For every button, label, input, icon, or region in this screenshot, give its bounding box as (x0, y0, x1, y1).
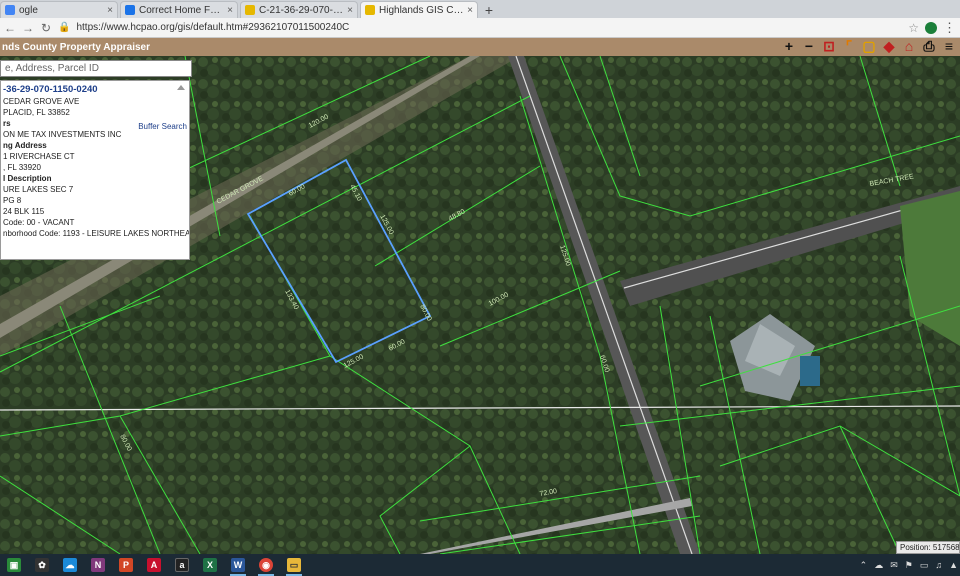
word-icon: W (231, 558, 245, 572)
zoom-box-icon[interactable]: ⊡ (822, 38, 836, 54)
reload-icon[interactable]: ↻ (40, 21, 52, 35)
browser-tab-highlands-gis[interactable]: Highlands GIS C-21-36-29-070- × (360, 1, 478, 18)
map-toolbar: + − ⊡ ⌜ ▢ ◆ ⌂ ⎙ ≡ (782, 38, 956, 55)
hcpao-favicon-icon (365, 5, 375, 15)
neighborhood-code: nborhood Code: 1193 - LEISURE LAKES NORT… (3, 229, 189, 238)
zillow-favicon-icon (125, 5, 135, 15)
buffer-search-link[interactable]: Buffer Search (138, 122, 187, 131)
flag-tray-icon[interactable]: ⚑ (905, 560, 913, 571)
map-marker-icon[interactable]: ◆ (882, 38, 896, 54)
tab-label: C-21-36-29-070-1150-0240 - H (259, 4, 344, 16)
layers-icon[interactable]: ≡ (942, 38, 956, 54)
close-tab-icon[interactable]: × (467, 5, 473, 16)
parcel-id[interactable]: -36-29-070-1150-0240 (1, 83, 189, 96)
acrobat-icon: A (147, 558, 161, 572)
legal-description-heading: l Description (3, 174, 52, 183)
taskbar-acrobat-button[interactable]: A (140, 554, 168, 576)
select-icon[interactable]: ⌜ (842, 38, 856, 54)
tab-label: Highlands GIS C-21-36-29-070- (379, 4, 464, 16)
onedrive-icon: ☁ (63, 558, 77, 572)
taskbar-amazon-button[interactable]: a (168, 554, 196, 576)
mailing-address-heading: ng Address (3, 141, 47, 150)
mailing-address-line-2: , FL 33920 (3, 163, 41, 172)
powerpoint-icon: P (119, 558, 133, 572)
parcel-info-panel: -36-29-070-1150-0240 CEDAR GROVE AVE PLA… (0, 80, 190, 260)
network-icon[interactable]: ▲ (949, 560, 958, 570)
excel-icon: X (203, 558, 217, 572)
hcpao-favicon-icon (245, 5, 255, 15)
folder-icon: ▭ (287, 558, 301, 572)
use-code: Code: 00 - VACANT (3, 218, 75, 227)
browser-tab-parcel[interactable]: C-21-36-29-070-1150-0240 - H × (240, 1, 358, 18)
parcel-search-input[interactable]: e, Address, Parcel ID (0, 60, 192, 77)
tab-label: ogle (19, 4, 38, 16)
taskbar-word-button[interactable]: W (224, 554, 252, 576)
paint-icon: ✿ (35, 558, 49, 572)
address-bar: ← → ↻ 🔒 https://www.hcpao.org/gis/defaul… (0, 18, 960, 38)
taskbar-onedrive-button[interactable]: ☁ (56, 554, 84, 576)
taskbar-paint-button[interactable]: ✿ (28, 554, 56, 576)
mail-tray-icon[interactable]: ✉ (890, 560, 898, 571)
collapse-arrow-icon[interactable] (177, 85, 185, 90)
legal-description-line-1: URE LAKES SEC 7 (3, 185, 74, 194)
taskbar-powerpoint-button[interactable]: P (112, 554, 140, 576)
bookmark-star-icon[interactable]: ☆ (908, 21, 919, 35)
taskbar-store-button[interactable]: ▣ (0, 554, 28, 576)
zoom-out-icon[interactable]: − (802, 38, 816, 54)
url-input[interactable]: https://www.hcpao.org/gis/default.htm#29… (76, 22, 902, 33)
store-icon: ▣ (7, 558, 21, 572)
onedrive-tray-icon[interactable]: ☁ (874, 560, 883, 571)
print-icon[interactable]: ⎙ (922, 38, 936, 54)
taskbar-chrome-button[interactable]: ◉ (252, 554, 280, 576)
show-hidden-icons-icon[interactable]: ⌃ (860, 560, 868, 571)
taskbar-excel-button[interactable]: X (196, 554, 224, 576)
site-title: nds County Property Appraiser (2, 41, 150, 53)
browser-tab-zillow[interactable]: Correct Home Facts | Zillow × (120, 1, 238, 18)
home-icon[interactable]: ⌂ (902, 38, 916, 54)
legal-description-line-2: PG 8 (3, 196, 22, 205)
zoom-in-icon[interactable]: + (782, 38, 796, 54)
browser-tab-strip: ogle × Correct Home Facts | Zillow × C-2… (0, 0, 960, 18)
onenote-icon: N (91, 558, 105, 572)
back-icon[interactable]: ← (4, 21, 16, 35)
battery-icon[interactable]: ▭ (920, 560, 929, 571)
new-tab-button[interactable]: + (480, 1, 498, 18)
forward-icon[interactable]: → (22, 21, 34, 35)
tab-label: Correct Home Facts | Zillow (139, 4, 224, 16)
close-tab-icon[interactable]: × (107, 5, 113, 16)
windows-taskbar: ▣ ✿ ☁ N P A a X W ◉ ▭ ⌃ ☁ ✉ ⚑ ▭ ♫ ▲ (0, 554, 960, 576)
legal-description-line-3: 24 BLK 115 (3, 207, 45, 216)
site-address-line-1: CEDAR GROVE AVE (3, 97, 80, 106)
browser-tab-google[interactable]: ogle × (0, 1, 118, 18)
chrome-icon: ◉ (259, 558, 273, 572)
system-tray: ⌃ ☁ ✉ ⚑ ▭ ♫ ▲ (860, 554, 958, 576)
taskbar-onenote-button[interactable]: N (84, 554, 112, 576)
volume-icon[interactable]: ♫ (935, 560, 942, 570)
amazon-icon: a (175, 558, 189, 572)
google-favicon-icon (5, 5, 15, 15)
close-tab-icon[interactable]: × (227, 5, 233, 16)
close-tab-icon[interactable]: × (347, 5, 353, 16)
position-readout: Position: 517568, (896, 541, 960, 554)
extension-icon[interactable] (925, 21, 937, 34)
mailing-address-line-1: 1 RIVERCHASE CT (3, 152, 75, 161)
site-header: nds County Property Appraiser + − ⊡ ⌜ ▢ … (0, 38, 960, 56)
taskbar-file-explorer-button[interactable]: ▭ (280, 554, 308, 576)
identify-icon[interactable]: ▢ (862, 38, 876, 54)
lock-icon[interactable]: 🔒 (58, 22, 70, 33)
site-address-line-2: PLACID, FL 33852 (3, 108, 70, 117)
browser-menu-icon[interactable]: ⋮ (943, 20, 956, 36)
